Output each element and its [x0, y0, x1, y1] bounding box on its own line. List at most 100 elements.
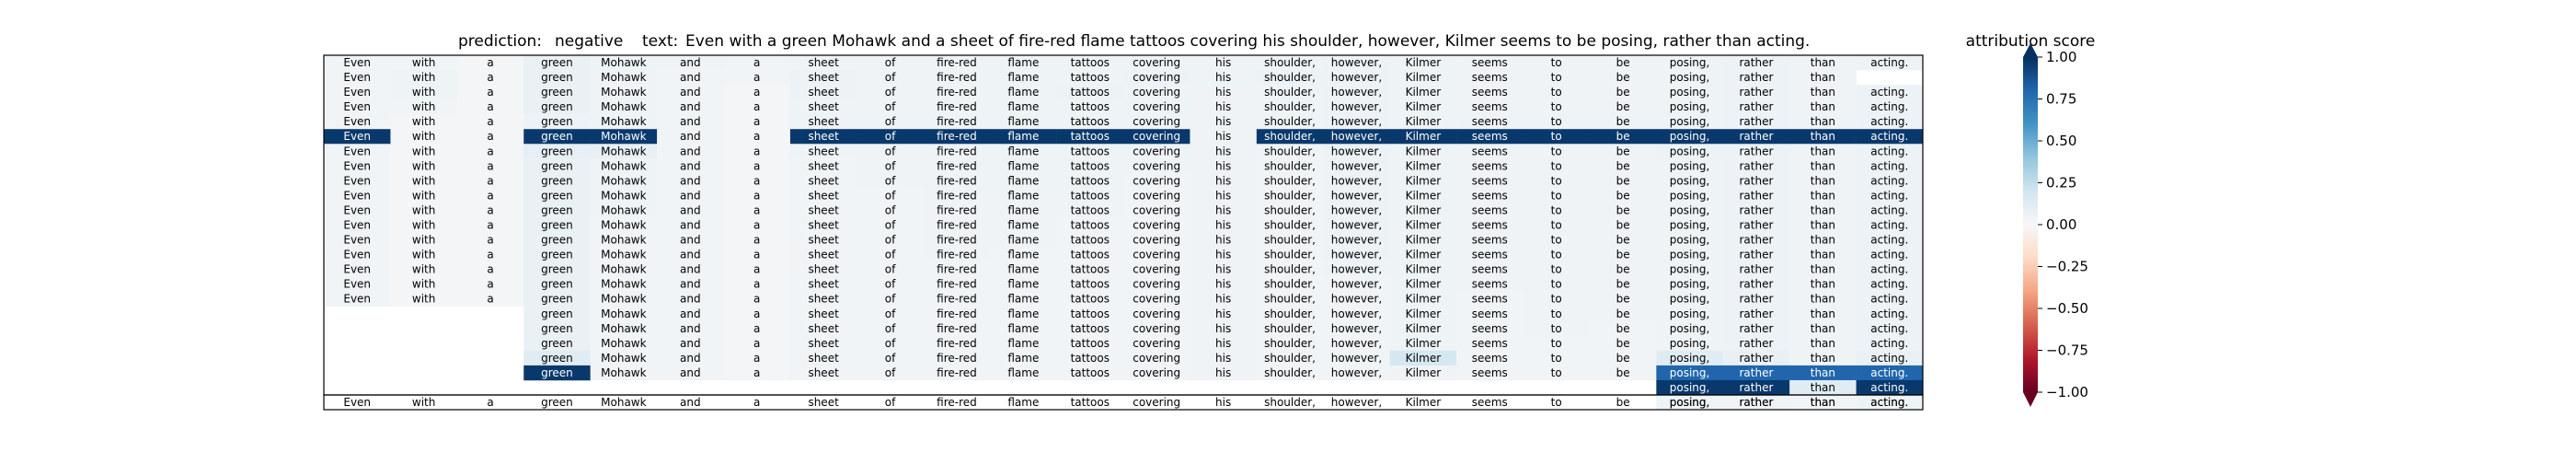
heatmap-token-label: green — [541, 174, 573, 187]
heatmap-token-label: tattoos — [1071, 219, 1110, 232]
heatmap-token-label: shoulder, — [1264, 322, 1316, 335]
heatmap-token-label: be — [1616, 56, 1630, 69]
heatmap-token-label: a — [487, 130, 493, 143]
heatmap-token-label: seems — [1472, 366, 1508, 379]
heatmap-token-label: rather — [1739, 130, 1773, 143]
heatmap-token-label: sheet — [808, 56, 839, 69]
heatmap-token-label: sheet — [808, 234, 839, 247]
heatmap-token-label: Even — [343, 145, 371, 157]
heatmap-token-label: be — [1616, 249, 1630, 261]
heatmap-token-label: to — [1551, 249, 1562, 261]
heatmap-token-label: fire-red — [937, 203, 977, 216]
heatmap-token-label: Even — [343, 263, 371, 276]
heatmap-token-label: of — [885, 174, 896, 187]
heatmap-token-label: green — [541, 115, 573, 128]
heatmap-token-label: acting. — [1870, 307, 1908, 320]
heatmap-token-label: of — [885, 86, 896, 99]
heatmap-token-label: Even — [343, 189, 371, 202]
final-token-row: Even with a green Mohawk and a sheet of fire-red f… — [343, 396, 1908, 409]
heatmap-token-label: shoulder, — [1264, 352, 1316, 365]
heatmap-token-label: a — [753, 100, 760, 113]
heatmap-token-label: covering — [1133, 322, 1180, 335]
final-row-token: rather — [1739, 396, 1773, 409]
heatmap-token-label: Even — [343, 219, 371, 232]
colorbar-extend-bottom — [2023, 392, 2038, 407]
heatmap-token-label: Kilmer — [1406, 307, 1442, 320]
heatmap-token-label: Mohawk — [601, 293, 646, 306]
heatmap-token-label: acting. — [1870, 322, 1908, 335]
heatmap-token-label: fire-red — [937, 293, 977, 306]
heatmap-token-label: sheet — [808, 249, 839, 261]
heatmap-token-label: a — [487, 71, 493, 84]
heatmap-token-label: Even — [343, 130, 371, 143]
heatmap-token-label: than — [1811, 234, 1835, 247]
heatmap-token-label: posing, — [1670, 71, 1710, 84]
heatmap-token-label: covering — [1133, 366, 1180, 379]
heatmap-token-label: covering — [1133, 174, 1180, 187]
heatmap-token-label: Kilmer — [1406, 100, 1442, 113]
heatmap-token-label: acting. — [1870, 100, 1908, 113]
heatmap-token-label: sheet — [808, 174, 839, 187]
heatmap-token-label: posing, — [1670, 174, 1710, 187]
heatmap-token-label: acting. — [1870, 381, 1908, 394]
heatmap-token-label: seems — [1472, 278, 1508, 291]
final-row-token: flame — [1007, 396, 1039, 409]
heatmap-token-label: tattoos — [1071, 337, 1110, 350]
heatmap-token-label: and — [680, 352, 701, 365]
heatmap-token-label: Kilmer — [1406, 189, 1442, 202]
heatmap-token-label: be — [1616, 86, 1630, 99]
heatmap-token-label: sheet — [808, 352, 839, 365]
heatmap-token-label: rather — [1739, 293, 1773, 306]
heatmap-token-label: than — [1811, 219, 1835, 232]
heatmap-token-label: his — [1215, 263, 1231, 276]
heatmap-token-label: with — [412, 263, 435, 276]
final-row-token: green — [541, 396, 573, 409]
heatmap-token-label: covering — [1133, 159, 1180, 172]
heatmap-token-label: shoulder, — [1264, 100, 1316, 113]
heatmap-token-label: fire-red — [937, 322, 977, 335]
heatmap-token-label: to — [1551, 352, 1562, 365]
final-row-token: his — [1215, 396, 1231, 409]
heatmap-token-label: a — [487, 100, 493, 113]
heatmap-token-label: Mohawk — [601, 145, 646, 157]
heatmap-token-label: posing, — [1670, 278, 1710, 291]
heatmap-token-label: fire-red — [937, 278, 977, 291]
heatmap-token-label: acting. — [1870, 366, 1908, 379]
heatmap-token-label: to — [1551, 322, 1562, 335]
heatmap-token-label: shoulder, — [1264, 307, 1316, 320]
heatmap-token-label: fire-red — [937, 337, 977, 350]
heatmap-token-label: rather — [1739, 307, 1773, 320]
heatmap-token-label: seems — [1472, 352, 1508, 365]
heatmap-token-label: a — [487, 249, 493, 261]
heatmap-token-label: fire-red — [937, 174, 977, 187]
heatmap-token-label: seems — [1472, 100, 1508, 113]
heatmap-token-label: shoulder, — [1264, 56, 1316, 69]
prediction-label: prediction: — [458, 32, 542, 51]
heatmap-token-label: with — [412, 56, 435, 69]
heatmap-token-label: and — [680, 219, 701, 232]
heatmap-token-label: Even — [343, 203, 371, 216]
heatmap-token-label: rather — [1739, 381, 1773, 394]
heatmap-token-label: his — [1215, 278, 1231, 291]
heatmap-token-label: seems — [1472, 56, 1508, 69]
colorbar-tick-label: −1.00 — [2046, 384, 2088, 400]
heatmap-token-label: of — [885, 100, 896, 113]
heatmap-token-label: rather — [1739, 337, 1773, 350]
heatmap-token-label: tattoos — [1071, 203, 1110, 216]
colorbar-tick-label: 0.50 — [2046, 133, 2076, 149]
heatmap-token-label: to — [1551, 174, 1562, 187]
heatmap-token-label: sheet — [808, 71, 839, 84]
heatmap-token-label: flame — [1007, 366, 1039, 379]
heatmap-token-label: and — [680, 189, 701, 202]
heatmap-token-label: covering — [1133, 293, 1180, 306]
colorbar-tick-label: 0.75 — [2046, 91, 2076, 108]
heatmap-token-label: Even — [343, 249, 371, 261]
heatmap-token-label: tattoos — [1071, 159, 1110, 172]
heatmap-token-label: posing, — [1670, 293, 1710, 306]
heatmap-token-label: acting. — [1870, 278, 1908, 291]
heatmap-token-label: rather — [1739, 159, 1773, 172]
heatmap-token-label: however, — [1331, 322, 1382, 335]
text-label: text: — [642, 32, 678, 51]
heatmap-token-label: with — [412, 71, 435, 84]
heatmap-token-label: a — [753, 337, 760, 350]
